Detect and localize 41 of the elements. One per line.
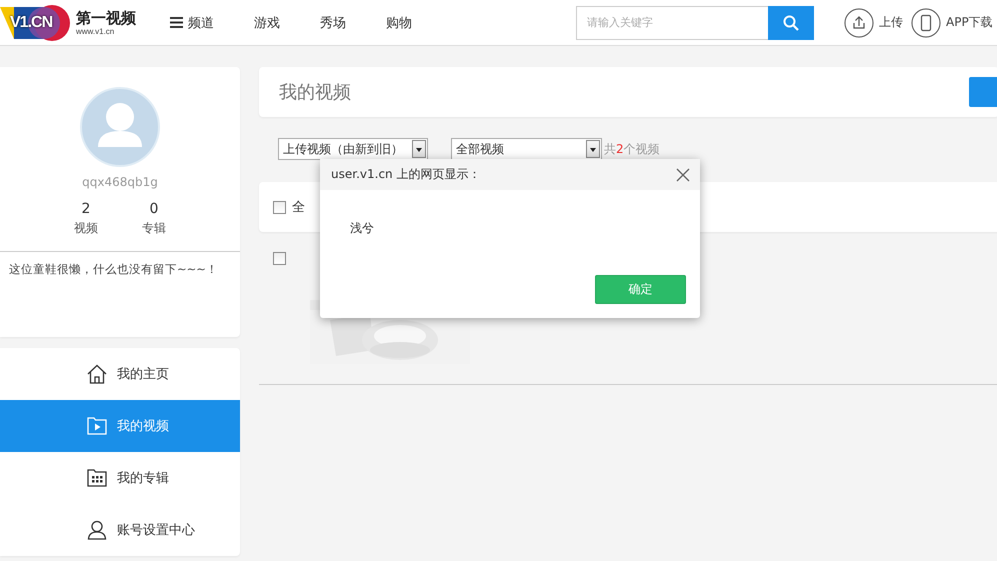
user-icon <box>87 520 107 540</box>
video-folder-icon <box>87 417 107 435</box>
username: qqx468qb1g <box>82 175 158 189</box>
nav-link[interactable]: 购物 <box>386 14 452 32</box>
sidebar-item[interactable]: 我的专辑 <box>0 452 240 504</box>
upload-icon <box>844 8 874 38</box>
nav-link[interactable]: 秀场 <box>320 14 386 32</box>
menu-icon <box>170 17 183 28</box>
caret-icon <box>412 140 426 158</box>
stat-value: 2 <box>82 201 90 217</box>
album-icon <box>87 469 107 487</box>
checkbox[interactable] <box>273 200 286 214</box>
select-all-label: 全 <box>292 199 305 216</box>
search-icon <box>783 14 799 30</box>
search-field[interactable]: 请输入关键字 <box>576 6 768 40</box>
caret-icon <box>586 140 600 158</box>
bio-text: 这位童鞋很懒，什么也没有留下~~~！ <box>8 262 218 277</box>
logo-name: 第一视频 <box>76 10 136 26</box>
logo-url: www.v1.cn <box>76 26 116 36</box>
search-button[interactable] <box>768 6 814 40</box>
filter-select[interactable]: 全部视频 <box>451 138 602 160</box>
sidebar-item[interactable]: 我的主页 <box>0 348 240 400</box>
home-icon <box>87 364 107 384</box>
stat-value: 0 <box>150 201 158 217</box>
sort-select[interactable]: 上传视频（由新到旧） <box>278 138 428 160</box>
close-button[interactable] <box>676 168 690 182</box>
dialog-message: 浅兮 <box>349 220 375 237</box>
nav-link[interactable]: 游戏 <box>254 14 320 32</box>
sidebar-item[interactable]: 账号设置中心 <box>0 504 240 556</box>
dialog-title: user.v1.cn 上的网页显示： <box>331 166 480 183</box>
stat-label: 视频 <box>74 220 98 237</box>
nav-link[interactable]: 频道 <box>170 14 254 32</box>
page-title: 我的视频 <box>279 81 351 104</box>
video-count: 共2个视频 <box>604 140 660 158</box>
close-icon <box>676 168 690 182</box>
phone-icon <box>911 8 941 38</box>
stat-label: 专辑 <box>142 220 166 237</box>
avatar-icon <box>80 87 160 167</box>
header-action-link[interactable]: 上传 <box>844 8 903 38</box>
header-action-link[interactable]: APP下载 <box>911 8 993 38</box>
checkbox[interactable] <box>273 252 286 265</box>
